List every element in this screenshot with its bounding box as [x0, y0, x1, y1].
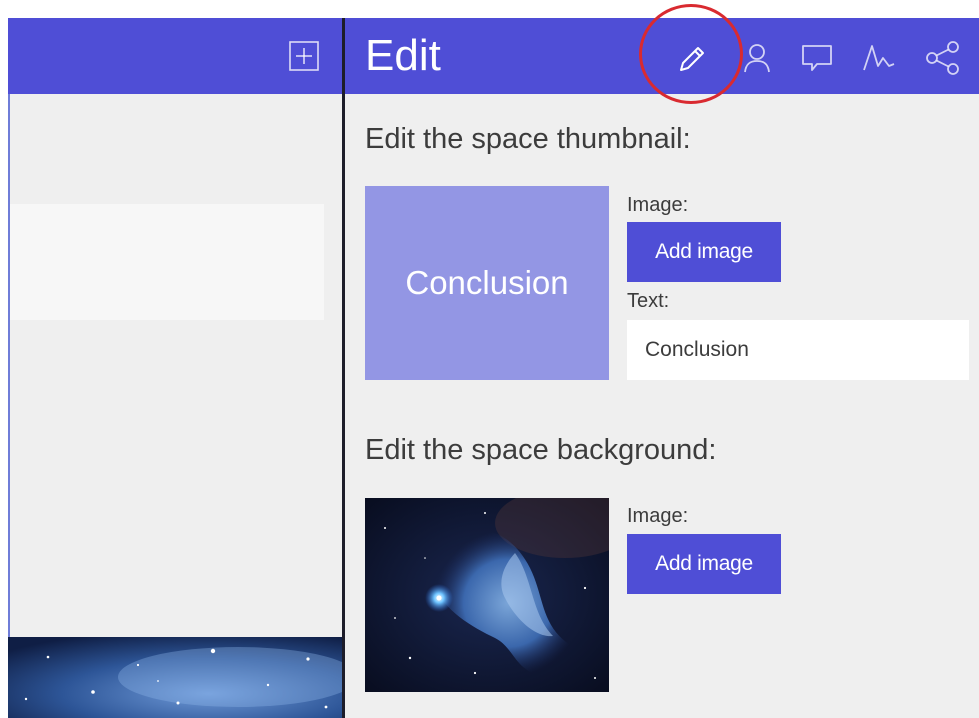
- add-background-image-button[interactable]: Add image: [627, 534, 781, 594]
- background-section-title: Edit the space background:: [365, 434, 717, 466]
- edit-panel-header: Edit: [345, 4, 979, 104]
- thumbnail-preview-text: Conclusion: [405, 264, 569, 301]
- add-thumbnail-image-button[interactable]: Add image: [627, 222, 781, 282]
- background-image-label: Image:: [627, 505, 689, 527]
- thumbnail-preview: Conclusion: [365, 186, 609, 380]
- thumbnail-text-label: Text:: [627, 290, 670, 312]
- page-title: Edit: [365, 31, 441, 80]
- thumbnail-text-input[interactable]: [627, 320, 969, 380]
- thumbnail-image-label: Image:: [627, 194, 689, 216]
- share-icon[interactable]: [923, 38, 963, 78]
- space-background-image: [8, 637, 342, 718]
- space-list-body: [8, 94, 342, 637]
- pencil-icon[interactable]: [671, 38, 711, 78]
- space-list-panel: [8, 18, 342, 718]
- background-preview-image: [365, 498, 609, 692]
- user-icon[interactable]: [737, 38, 777, 78]
- add-space-icon[interactable]: [288, 40, 320, 72]
- comment-icon[interactable]: [797, 38, 837, 78]
- space-list-header: [8, 18, 342, 94]
- space-list-item[interactable]: [10, 204, 324, 320]
- edit-panel: Edit Edit the space thumbnail: Conclusio…: [345, 4, 979, 718]
- activity-icon[interactable]: [859, 38, 899, 78]
- thumbnail-section-title: Edit the space thumbnail:: [365, 123, 691, 155]
